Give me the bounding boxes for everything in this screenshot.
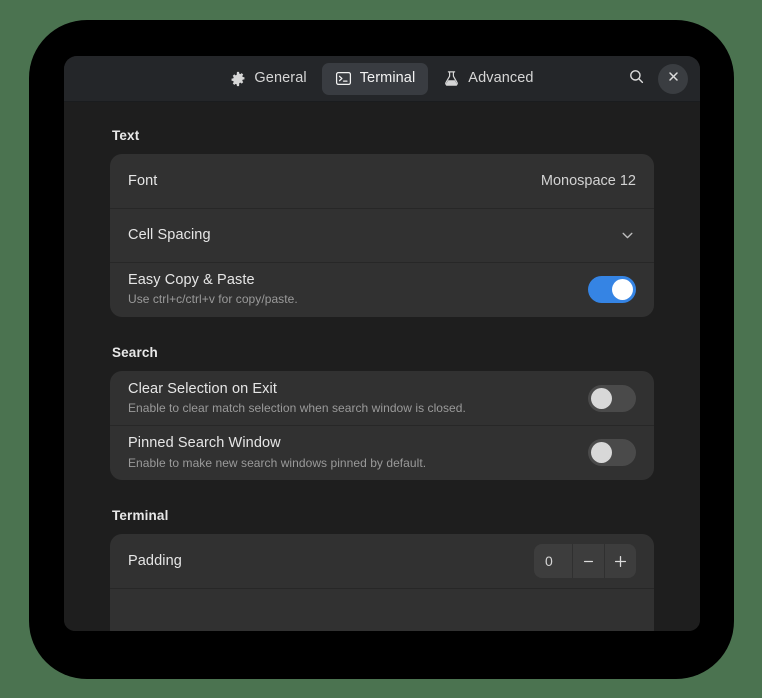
preferences-content[interactable]: Text Font Monospace 12 Cell Spacing Easy… (64, 102, 700, 631)
row-pinned-search-window-subtitle: Enable to make new search windows pinned… (128, 455, 427, 470)
view-switcher-tabs: General Terminal Advanced (217, 62, 546, 95)
group-terminal: Terminal Padding 0 (110, 508, 654, 631)
row-clear-selection-on-exit-subtitle: Enable to clear match selection when sea… (128, 400, 466, 415)
preferences-window: General Terminal Advanced Text Font Mono… (64, 56, 700, 631)
row-padding[interactable]: Padding 0 (110, 534, 654, 588)
headerbar: General Terminal Advanced (64, 56, 700, 102)
padding-increment-button[interactable] (604, 544, 636, 579)
switch-knob (591, 387, 612, 409)
flask-icon (443, 70, 460, 87)
row-pinned-search-window[interactable]: Pinned Search Window Enable to make new … (110, 425, 654, 480)
group-search: Search Clear Selection on Exit Enable to… (110, 344, 654, 481)
tab-advanced[interactable]: Advanced (430, 63, 546, 95)
row-easy-copy-paste[interactable]: Easy Copy & Paste Use ctrl+c/ctrl+v for … (110, 262, 654, 317)
row-padding-text: Padding (128, 552, 520, 570)
close-button[interactable] (658, 64, 688, 94)
switch-clear-selection-on-exit[interactable] (588, 384, 636, 412)
switch-knob (612, 278, 633, 300)
group-search-card: Clear Selection on Exit Enable to clear … (110, 370, 654, 481)
row-clear-selection-on-exit-text: Clear Selection on Exit Enable to clear … (128, 380, 574, 417)
row-easy-copy-paste-title: Easy Copy & Paste (128, 272, 255, 288)
row-font-title: Font (128, 172, 158, 189)
search-icon (628, 68, 645, 90)
header-actions (621, 56, 688, 102)
row-clear-selection-on-exit[interactable]: Clear Selection on Exit Enable to clear … (110, 371, 654, 426)
tab-general[interactable]: General (217, 63, 319, 95)
row-font-text: Font (128, 172, 529, 190)
row-pinned-search-window-title: Pinned Search Window (128, 435, 281, 452)
group-search-title: Search (112, 344, 158, 360)
tab-general-label: General (254, 70, 307, 87)
search-button[interactable] (621, 64, 651, 94)
switch-pinned-search-window[interactable] (588, 439, 636, 467)
group-terminal-card: Padding 0 (110, 534, 654, 631)
plus-icon (612, 553, 629, 570)
row-cell-spacing-text: Cell Spacing (128, 226, 607, 244)
row-font-value: Monospace 12 (540, 173, 636, 189)
row-clear-selection-on-exit-title: Clear Selection on Exit (128, 380, 277, 397)
row-cell-spacing[interactable]: Cell Spacing (110, 208, 654, 262)
tab-terminal[interactable]: Terminal (321, 62, 429, 95)
row-padding-title: Padding (128, 553, 182, 570)
padding-decrement-button[interactable] (572, 544, 604, 579)
group-text-title: Text (112, 128, 140, 143)
row-cell-spacing-title: Cell Spacing (128, 226, 211, 243)
tab-terminal-label: Terminal (359, 70, 416, 87)
minus-icon (581, 554, 596, 569)
switch-easy-copy-paste[interactable] (588, 275, 636, 303)
row-next-partial[interactable] (110, 588, 654, 631)
switch-knob (591, 442, 612, 464)
padding-spinbutton[interactable]: 0 (534, 544, 636, 579)
row-easy-copy-paste-text: Easy Copy & Paste Use ctrl+c/ctrl+v for … (128, 271, 574, 308)
row-font[interactable]: Font Monospace 12 (110, 154, 654, 208)
group-terminal-title: Terminal (112, 508, 169, 524)
group-text: Text Font Monospace 12 Cell Spacing Easy… (110, 128, 654, 317)
group-text-card: Font Monospace 12 Cell Spacing Easy Copy… (110, 154, 654, 317)
padding-value[interactable]: 0 (534, 544, 572, 578)
row-pinned-search-window-text: Pinned Search Window Enable to make new … (128, 434, 574, 471)
terminal-icon (335, 70, 352, 87)
gear-icon (230, 71, 246, 87)
chevron-down-icon[interactable] (619, 227, 636, 244)
close-icon (667, 70, 680, 88)
row-easy-copy-paste-subtitle: Use ctrl+c/ctrl+v for copy/paste. (128, 292, 298, 307)
tab-advanced-label: Advanced (468, 70, 534, 87)
